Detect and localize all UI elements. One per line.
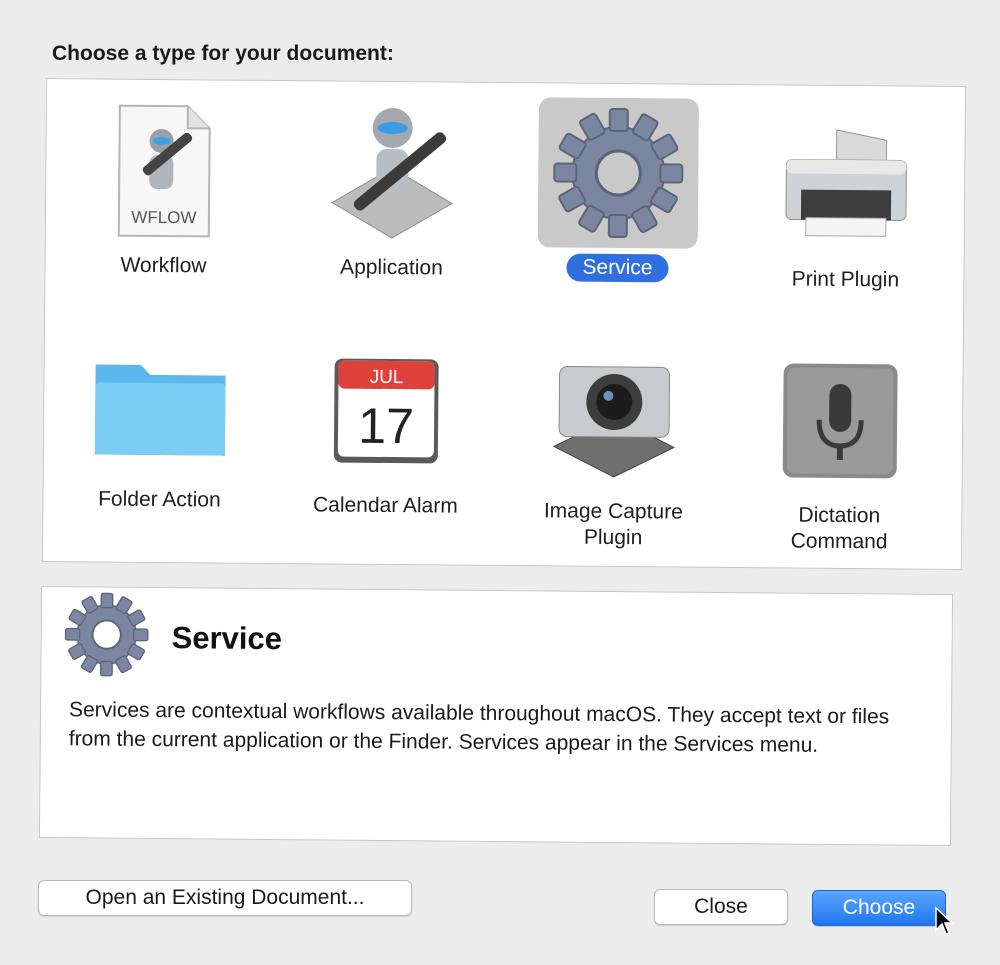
- printer-icon: [766, 109, 927, 260]
- type-label: Image Capture Plugin: [543, 499, 683, 550]
- mouse-cursor-icon: [934, 906, 954, 941]
- type-label: Application: [340, 255, 443, 280]
- type-tile-workflow[interactable]: WFLOW Workflow: [63, 95, 265, 307]
- type-label: Workflow: [120, 253, 207, 278]
- microphone-icon: [760, 345, 921, 496]
- dialog-heading: Choose a type for your document:: [52, 42, 394, 65]
- type-tile-calendar-alarm[interactable]: JUL 17 Calendar Alarm: [285, 335, 487, 547]
- automator-robot-icon: [312, 97, 473, 248]
- type-label: Service: [566, 253, 669, 283]
- type-tile-application[interactable]: Application: [291, 97, 493, 309]
- type-tile-image-capture-plugin[interactable]: Image Capture Plugin: [513, 341, 715, 553]
- document-type-chooser: WFLOW Workflow Application Service Print…: [41, 77, 967, 571]
- choose-button[interactable]: Choose: [812, 890, 946, 926]
- gear-icon: [61, 589, 152, 685]
- workflow-file-icon: WFLOW: [84, 95, 245, 246]
- type-description-panel: Service Services are contextual workflow…: [38, 586, 954, 846]
- type-label: Dictation Command: [790, 503, 888, 554]
- svg-text:JUL: JUL: [370, 367, 404, 388]
- new-document-dialog: Choose a type for your document: WFLOW W…: [0, 0, 1000, 965]
- type-label: Folder Action: [98, 487, 221, 512]
- open-existing-document-button[interactable]: Open an Existing Document...: [38, 880, 412, 916]
- calendar-icon: JUL 17: [306, 335, 467, 486]
- type-tile-print-plugin[interactable]: Print Plugin: [745, 109, 947, 321]
- folder-icon: [80, 329, 241, 480]
- gear-icon: [537, 97, 699, 249]
- svg-text:WFLOW: WFLOW: [131, 208, 196, 228]
- selected-type-description: Services are contextual workflows availa…: [68, 698, 890, 757]
- svg-text:17: 17: [358, 398, 414, 454]
- close-button[interactable]: Close: [654, 889, 788, 925]
- type-label: Print Plugin: [791, 267, 900, 292]
- selected-type-title: Service: [171, 620, 283, 657]
- type-tile-dictation-command[interactable]: Dictation Command: [739, 345, 941, 557]
- type-tile-folder-action[interactable]: Folder Action: [59, 329, 261, 541]
- type-tile-service[interactable]: Service: [517, 97, 719, 309]
- type-label: Calendar Alarm: [312, 493, 458, 518]
- camera-icon: [534, 341, 695, 492]
